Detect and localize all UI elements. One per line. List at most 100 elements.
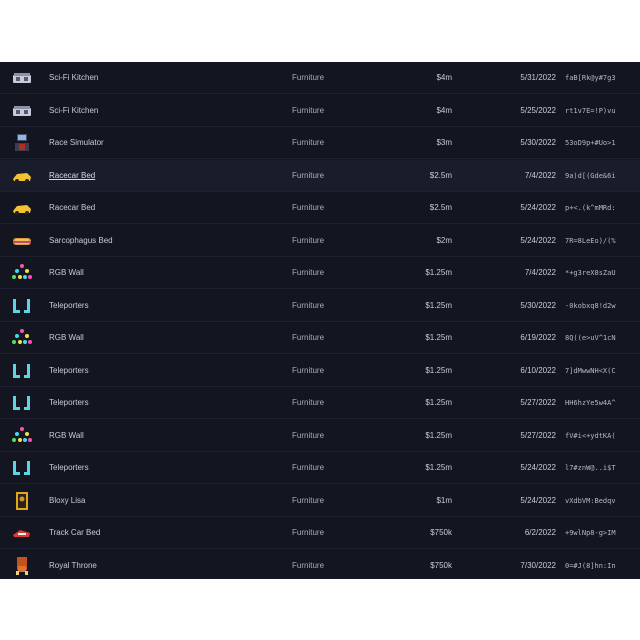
item-row[interactable]: Bloxy Lisa Furniture $1m 5/24/2022 vXdbVM:Be… [0,485,640,517]
item-row[interactable]: RGB Wall Furniture $1.25m 6/19/2022 8Q((e>uV… [0,322,640,354]
track-car-bed-icon [10,521,34,545]
item-row[interactable]: Teleporters Furniture $1.25m 5/27/2022 HH6hz… [0,387,640,419]
item-name-link[interactable]: Royal Throne [49,550,249,580]
item-row[interactable]: Race Simulator Furniture $3m 5/30/2022 53oD9… [0,127,640,159]
item-category: Furniture [292,268,325,277]
item-date: 5/24/2022 [520,463,556,472]
item-row[interactable]: Racecar Bed Furniture $2.5m 7/4/2022 9a)d[(G… [0,159,640,192]
item-hash: rt1v7E=!P)vu [565,106,616,115]
sarcophagus-bed-icon [10,229,34,253]
item-row[interactable]: Teleporters Furniture $1.25m 5/24/2022 l7#zn… [0,452,640,484]
item-name-link[interactable]: RGB Wall [49,322,249,354]
item-row[interactable]: Royal Throne Furniture $750k 7/30/2022 0=#J(… [0,550,640,580]
item-category: Furniture [292,430,325,440]
item-hash: HH6hzYe5w4A^ [565,399,616,407]
item-name-link[interactable]: RGB Wall [49,420,249,452]
item-category: Furniture [292,203,325,212]
item-name-link[interactable]: Racecar Bed [49,192,249,224]
teleporters-icon [10,359,34,383]
item-row[interactable]: Racecar Bed Furniture $2.5m 5/24/2022 p+<.(k… [0,192,640,224]
item-name-link[interactable]: Sarcophagus Bed [49,225,249,257]
item-category: Furniture [292,300,325,310]
item-hash: l7#znW@..i$T [565,464,616,472]
item-name-link[interactable]: Track Car Bed [49,517,249,549]
item-price: $1.25m [425,365,452,375]
item-price: $4m [436,105,452,115]
item-hash: fV#i<+ydtKA( [565,431,616,440]
item-name-link[interactable]: Sci-Fi Kitchen [49,95,249,127]
sci-fi-kitchen-icon [10,99,34,123]
furniture-sales-list: Sci-Fi Kitchen Furniture $4m 5/31/2022 faB[R… [0,62,640,579]
item-hash: faB[Rk@y#7g3 [565,74,616,82]
teleporters-icon [10,456,34,480]
item-date: 7/4/2022 [524,170,556,180]
item-date: 5/30/2022 [520,300,556,310]
item-row[interactable]: Teleporters Furniture $1.25m 6/10/2022 7]dMw… [0,355,640,387]
item-price: $1m [436,495,452,505]
item-category: Furniture [292,73,325,82]
item-price: $1.25m [425,268,452,277]
item-hash: +9wlNp8-g>IM [565,529,616,537]
item-row[interactable]: Sarcophagus Bed Furniture $2m 5/24/2022 7R=8… [0,225,640,257]
item-category: Furniture [292,170,325,180]
item-name-link[interactable]: Teleporters [49,387,249,419]
item-row[interactable]: Sci-Fi Kitchen Furniture $4m 5/25/2022 rt1v7… [0,95,640,127]
item-date: 5/30/2022 [520,138,556,147]
item-hash: vXdbVM:Bedqv [565,496,616,505]
item-price: $2.5m [429,170,452,180]
item-category: Furniture [292,105,325,115]
sci-fi-kitchen-icon [10,66,34,90]
item-price: $750k [430,560,452,570]
item-row[interactable]: RGB Wall Furniture $1.25m 7/4/2022 *+g3reX8s… [0,257,640,289]
item-name-link[interactable]: Teleporters [49,290,249,322]
item-price: $1.25m [425,300,452,310]
item-category: Furniture [292,398,325,407]
item-hash: 9a)d[(Gde&6i [565,171,616,180]
item-hash: 0=#J(8]hn:In [565,561,616,570]
item-name-link[interactable]: Racecar Bed [49,160,249,192]
item-date: 7/30/2022 [520,560,556,570]
item-name-link[interactable]: Teleporters [49,452,249,484]
racecar-bed-icon [10,164,34,188]
item-hash: p+<.(k^mMRd: [565,204,616,212]
item-row[interactable]: Sci-Fi Kitchen Furniture $4m 5/31/2022 faB[R… [0,62,640,94]
item-price: $3m [436,138,452,147]
item-name-link[interactable]: Race Simulator [49,127,249,159]
item-category: Furniture [292,528,325,537]
item-category: Furniture [292,235,325,245]
item-hash: -0kobxq8!d2w [565,301,616,310]
item-category: Furniture [292,463,325,472]
item-date: 5/24/2022 [520,203,556,212]
royal-throne-icon [10,554,34,578]
item-name-link[interactable]: RGB Wall [49,257,249,289]
racecar-bed-icon [10,196,34,220]
rgb-wall-icon [10,326,34,350]
rgb-wall-icon [10,261,34,285]
item-price: $4m [436,73,452,82]
item-category: Furniture [292,138,325,147]
teleporters-icon [10,294,34,318]
race-simulator-icon [10,131,34,155]
item-row[interactable]: Track Car Bed Furniture $750k 6/2/2022 +9wlN… [0,517,640,549]
item-price: $750k [430,528,452,537]
item-price: $1.25m [425,333,452,342]
item-price: $2m [436,235,452,245]
item-row[interactable]: RGB Wall Furniture $1.25m 5/27/2022 fV#i<+yd… [0,420,640,452]
item-price: $1.25m [425,463,452,472]
item-date: 5/25/2022 [520,105,556,115]
item-date: 7/4/2022 [524,268,556,277]
item-date: 5/24/2022 [520,495,556,505]
item-date: 5/27/2022 [520,430,556,440]
item-row[interactable]: Teleporters Furniture $1.25m 5/30/2022 -0kob… [0,290,640,322]
item-price: $2.5m [429,203,452,212]
item-name-link[interactable]: Sci-Fi Kitchen [49,62,249,94]
bloxy-lisa-icon [10,489,34,513]
item-hash: 53oD9p+#Uo>1 [565,139,616,147]
item-date: 5/27/2022 [520,398,556,407]
item-name-link[interactable]: Teleporters [49,355,249,387]
item-name-link[interactable]: Bloxy Lisa [49,485,249,517]
teleporters-icon [10,391,34,415]
item-hash: 7]dMwwNH<X(C [565,366,616,375]
rgb-wall-icon [10,424,34,448]
item-date: 6/19/2022 [520,333,556,342]
